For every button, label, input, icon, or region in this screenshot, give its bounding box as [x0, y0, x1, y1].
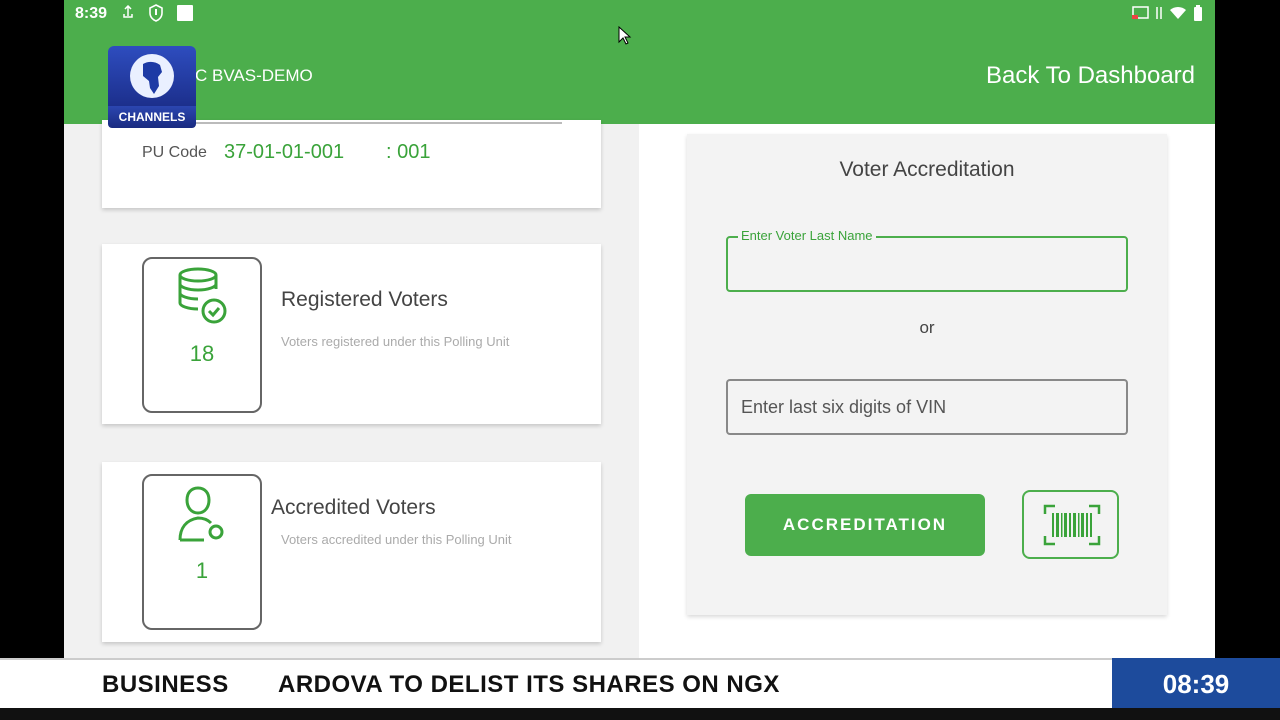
accreditation-button[interactable]: ACCREDITATION — [745, 494, 985, 556]
or-separator: or — [919, 318, 935, 337]
registered-subtitle: Voters registered under this Polling Uni… — [281, 334, 510, 349]
channels-logo: CHANNELS — [108, 46, 196, 130]
pu-sub-value: : 001 — [386, 141, 431, 163]
logo-text: CHANNELS — [108, 106, 196, 128]
tablet-screen: 8:39 C BVAS-DEMO Back To Dashboard PU Co… — [64, 0, 1215, 658]
ticker-headline: ARDOVA TO DELIST ITS SHARES ON NGX — [278, 671, 780, 698]
bottom-bar — [0, 708, 1280, 720]
status-left-icons — [120, 4, 194, 22]
africa-globe-icon — [130, 54, 174, 98]
status-right-icons — [1131, 5, 1203, 21]
registered-title: Registered Voters — [281, 288, 448, 311]
app-bar: 8:39 C BVAS-DEMO Back To Dashboard — [64, 0, 1215, 124]
data-arrows-icon — [1156, 7, 1162, 19]
registered-count: 18 — [189, 341, 215, 366]
pu-code-label: PU Code — [142, 144, 207, 161]
news-ticker: BUSINESS ARDOVA TO DELIST ITS SHARES ON … — [0, 658, 1280, 710]
accredited-count: 1 — [195, 558, 209, 583]
accreditation-title: Voter Accreditation — [839, 158, 1015, 181]
database-check-icon — [178, 267, 227, 324]
vin-input[interactable]: Enter last six digits of VIN — [726, 379, 1128, 435]
battery-icon — [1194, 5, 1202, 21]
back-to-dashboard-button[interactable]: Back To Dashboard — [986, 62, 1195, 90]
voter-accreditation-card: Voter Accreditation Enter Voter Last Nam… — [687, 134, 1167, 615]
divider — [142, 122, 562, 124]
ticker-section: BUSINESS — [102, 671, 229, 698]
usb-debug-icon — [123, 5, 133, 18]
registered-voters-card[interactable]: 18 Registered Voters Voters registered u… — [102, 244, 601, 424]
pu-code-card: PU Code 37-01-01-001 : 001 — [102, 120, 601, 208]
logo-globe — [108, 46, 196, 106]
right-panel: Voter Accreditation Enter Voter Last Nam… — [639, 124, 1215, 658]
accredited-voters-card[interactable]: 1 Accredited Voters Voters accredited un… — [102, 462, 601, 642]
wifi-icon — [1170, 6, 1186, 19]
notification-square-icon — [177, 5, 193, 21]
pu-code-value: 37-01-01-001 — [224, 141, 345, 163]
app-title: C BVAS-DEMO — [195, 66, 313, 85]
registered-stat-box: 18 — [142, 257, 262, 413]
cast-icon — [1132, 6, 1149, 19]
shield-icon — [149, 4, 163, 22]
accredited-stat-box: 1 — [142, 474, 262, 630]
mouse-cursor-icon — [618, 26, 632, 45]
accredited-title: Accredited Voters — [271, 496, 436, 519]
barcode-scan-button[interactable] — [1022, 490, 1119, 559]
accredited-subtitle: Voters accredited under this Polling Uni… — [281, 532, 512, 547]
left-panel: PU Code 37-01-01-001 : 001 18 Registered… — [64, 120, 639, 658]
status-time: 8:39 — [75, 5, 108, 22]
last-name-input[interactable]: Enter Voter Last Name — [726, 228, 1128, 292]
last-name-label: Enter Voter Last Name — [738, 228, 876, 243]
vin-placeholder: Enter last six digits of VIN — [741, 397, 947, 417]
barcode-scan-icon — [1043, 504, 1101, 546]
user-icon — [178, 486, 224, 542]
ticker-clock: 08:39 — [1112, 658, 1280, 710]
